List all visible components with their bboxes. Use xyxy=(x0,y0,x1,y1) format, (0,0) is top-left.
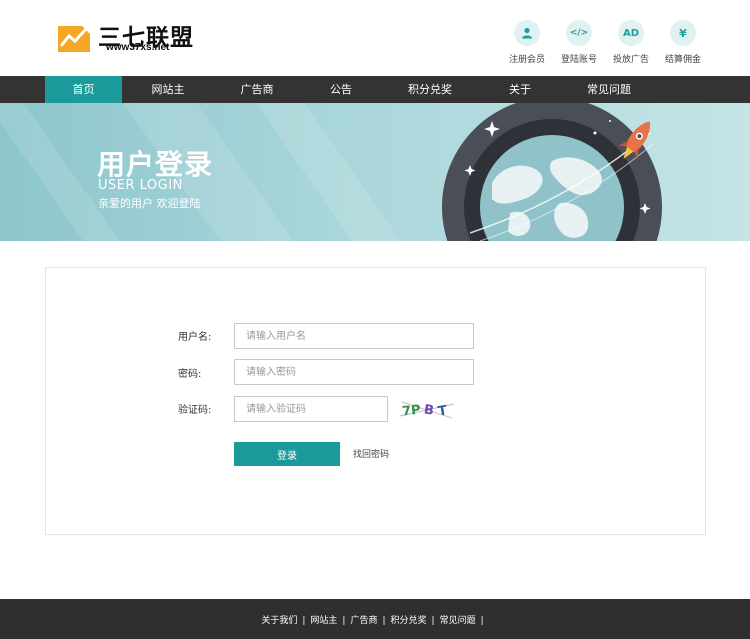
captcha-input[interactable] xyxy=(234,396,388,422)
settlement-label: 结算佣金 xyxy=(664,55,701,65)
site-header: 三七联盟 www37xs.net 注册会员 </> 登陆账号 AD 投放广告 ¥… xyxy=(0,0,750,76)
header-quick-links: 注册会员 </> 登陆账号 AD 投放广告 ¥ 结算佣金 xyxy=(502,20,702,66)
username-label: 用户名: xyxy=(178,332,212,343)
user-icon xyxy=(514,20,540,46)
password-input[interactable] xyxy=(234,359,474,385)
login-banner: 用户登录 USER LOGIN 亲爱的用户 欢迎登陆 xyxy=(0,103,750,241)
nav-item-webmaster[interactable]: 网站主 xyxy=(130,76,206,103)
footer-separator: | xyxy=(382,616,386,626)
advertise-link[interactable]: AD 投放广告 xyxy=(606,20,656,65)
login-form-card: 用户名: 密码: 验证码: 7P B T 登录 找回密码 xyxy=(45,267,706,535)
username-input[interactable] xyxy=(234,323,474,349)
yen-icon: ¥ xyxy=(670,20,696,46)
footer-separator: | xyxy=(431,616,435,626)
footer-links: 关于我们 | 网站主 | 广告商 | 积分兑奖 | 常见问题 | xyxy=(261,613,488,626)
svg-text:B: B xyxy=(423,403,435,419)
nav-item-points-exchange[interactable]: 积分兑奖 xyxy=(392,76,468,103)
register-label: 注册会员 xyxy=(508,55,545,65)
main-nav: 首页 网站主 广告商 公告 积分兑奖 关于 常见问题 xyxy=(0,76,750,103)
site-logo[interactable]: 三七联盟 www37xs.net xyxy=(58,18,198,58)
advertise-label: 投放广告 xyxy=(612,55,649,65)
page: 三七联盟 www37xs.net 注册会员 </> 登陆账号 AD 投放广告 ¥… xyxy=(0,0,750,639)
nav-item-advertiser[interactable]: 广告商 xyxy=(219,76,295,103)
banner-subtitle: USER LOGIN xyxy=(98,178,183,193)
code-icon: </> xyxy=(566,20,592,46)
nav-item-home[interactable]: 首页 xyxy=(45,76,122,103)
footer-link-faq[interactable]: 常见问题 xyxy=(440,616,476,626)
brand-url: www37xs.net xyxy=(106,42,170,53)
footer-link-about[interactable]: 关于我们 xyxy=(261,616,297,626)
footer-separator: | xyxy=(342,616,346,626)
nav-item-faq[interactable]: 常见问题 xyxy=(571,76,647,103)
footer-link-advertiser[interactable]: 广告商 xyxy=(350,616,377,626)
register-link[interactable]: 注册会员 xyxy=(502,20,552,65)
captcha-label: 验证码: xyxy=(178,405,212,416)
banner-tagline: 亲爱的用户 欢迎登陆 xyxy=(98,197,201,210)
login-account-label: 登陆账号 xyxy=(560,55,597,65)
globe-rocket-illustration xyxy=(442,103,662,241)
login-account-link[interactable]: </> 登陆账号 xyxy=(554,20,604,65)
svg-text:7P: 7P xyxy=(401,403,421,420)
banner-title: 用户登录 xyxy=(97,148,214,181)
login-button[interactable]: 登录 xyxy=(234,442,340,466)
nav-item-notice[interactable]: 公告 xyxy=(303,76,379,103)
forgot-password-link[interactable]: 找回密码 xyxy=(353,447,389,460)
logo-chart-icon xyxy=(58,25,91,52)
password-label: 密码: xyxy=(178,369,202,380)
footer-link-webmaster[interactable]: 网站主 xyxy=(310,616,337,626)
settlement-link[interactable]: ¥ 结算佣金 xyxy=(658,20,708,65)
ad-icon: AD xyxy=(618,20,644,46)
site-footer: 关于我们 | 网站主 | 广告商 | 积分兑奖 | 常见问题 | xyxy=(0,599,750,639)
footer-separator: | xyxy=(480,616,484,626)
footer-link-points-exchange[interactable]: 积分兑奖 xyxy=(391,616,427,626)
nav-item-about[interactable]: 关于 xyxy=(482,76,558,103)
footer-separator: | xyxy=(302,616,306,626)
captcha-image[interactable]: 7P B T xyxy=(398,396,456,422)
